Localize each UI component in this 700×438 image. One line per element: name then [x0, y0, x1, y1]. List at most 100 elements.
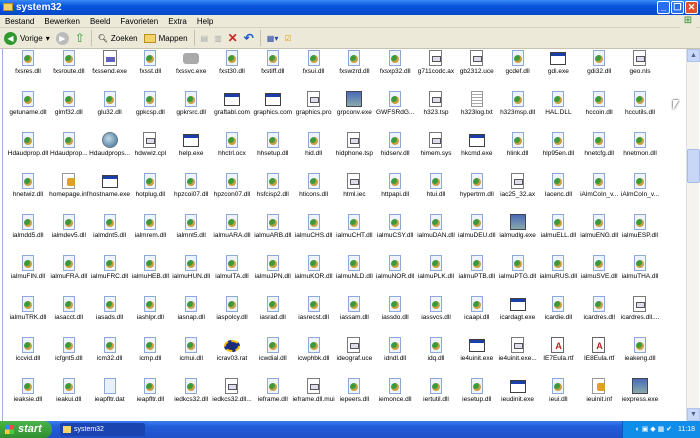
file-item[interactable]: ieaksie.dll [7, 377, 49, 415]
scroll-thumb[interactable] [687, 149, 700, 183]
minimize-button[interactable]: _ [657, 1, 670, 14]
menu-favorieten[interactable]: Favorieten [120, 15, 158, 27]
file-item[interactable]: hnetmon.dll [619, 131, 661, 169]
file-item[interactable]: ialmdev5.dll [48, 213, 90, 251]
file-item[interactable]: ialmuJPN.dll [252, 254, 294, 292]
back-button[interactable]: ◀ Vorige ▾ [4, 31, 50, 45]
file-item[interactable]: hpzcoi07.dll [170, 172, 212, 210]
tray-icons[interactable]: ◐ ▣ ◆ ▦ ✔ [636, 426, 672, 433]
file-item[interactable]: ialmuENG.dll [578, 213, 620, 251]
file-item[interactable]: iedkcs32.dll... [211, 377, 253, 415]
file-item[interactable]: ialmudlg.exe [497, 213, 539, 251]
file-item[interactable]: icardagt.exe [497, 295, 539, 333]
file-item[interactable]: fxsxp32.dll [374, 49, 416, 87]
file-item[interactable]: hotplug.dll [129, 172, 171, 210]
menu-bewerken[interactable]: Bewerken [44, 15, 80, 27]
file-item[interactable]: iasnap.dll [170, 295, 212, 333]
file-item[interactable]: icwdial.dll [252, 336, 294, 374]
taskbar-item-system32[interactable]: system32 [60, 423, 145, 436]
file-item[interactable]: html.iec [333, 172, 375, 210]
file-item[interactable]: ialmuARA.dll [211, 213, 253, 251]
file-item[interactable]: iAlmCoIn_v... [619, 172, 661, 210]
scroll-down-button[interactable]: ▼ [687, 408, 700, 421]
file-item[interactable]: hpzcon07.dll [211, 172, 253, 210]
start-button[interactable]: start [0, 421, 52, 438]
file-item[interactable]: ieuinit.inf [578, 377, 620, 415]
file-item[interactable]: ialmuCHS.dll [293, 213, 335, 251]
file-item[interactable]: g711codc.ax [415, 49, 457, 87]
file-item[interactable]: iertutil.dll [415, 377, 457, 415]
file-item[interactable]: ialmuPTG.dll [497, 254, 539, 292]
scroll-up-button[interactable]: ▲ [687, 49, 700, 62]
file-item[interactable]: icaapi.dll [456, 295, 498, 333]
file-item[interactable]: fxst30.dll [211, 49, 253, 87]
file-item[interactable]: IE7Eula.rtf [537, 336, 579, 374]
file-item[interactable]: iAlmCoIn_v... [578, 172, 620, 210]
file-item[interactable]: Hdaudprop.dll [7, 131, 49, 169]
file-item[interactable]: fxsst.dll [129, 49, 171, 87]
file-item[interactable]: ialmuELL.dll [537, 213, 579, 251]
delete-icon[interactable]: ✕ [228, 31, 238, 45]
file-item[interactable]: iasrecst.dll [293, 295, 335, 333]
file-item[interactable]: hticons.dll [293, 172, 335, 210]
file-item[interactable]: icmp.dll [129, 336, 171, 374]
file-item[interactable]: ieudinit.exe [497, 377, 539, 415]
file-item[interactable]: graphics.com [252, 90, 294, 128]
file-item[interactable]: ialmuNOR.dll [374, 254, 416, 292]
file-item[interactable]: ialmuHEB.dll [129, 254, 171, 292]
file-item[interactable]: ialmuPLK.dll [415, 254, 457, 292]
up-folder-icon[interactable]: ⇧ [75, 31, 85, 45]
file-item[interactable]: icardres.dll.... [619, 295, 661, 333]
restore-button[interactable]: ❐ [671, 1, 684, 14]
file-item[interactable]: iemonce.dll [374, 377, 416, 415]
file-item[interactable]: ie4uinit.exe... [497, 336, 539, 374]
file-item[interactable]: idndl.dll [374, 336, 416, 374]
file-item[interactable]: ialmuDAN.dll [415, 213, 457, 251]
file-item[interactable]: getuname.dll [7, 90, 49, 128]
file-item[interactable]: gb2312.uce [456, 49, 498, 87]
file-item[interactable]: ieapfltr.dat [89, 377, 131, 415]
file-item[interactable]: httpapi.dll [374, 172, 416, 210]
menu-help[interactable]: Help [197, 15, 213, 27]
search-button[interactable]: 🔍︎ Zoeken [98, 34, 138, 43]
file-item[interactable]: HAL.DLL [537, 90, 579, 128]
folder-options-icon[interactable]: ☑ [284, 34, 291, 43]
file-item[interactable]: iassam.dll [333, 295, 375, 333]
file-item[interactable]: ieakeng.dll [619, 336, 661, 374]
file-item[interactable]: ialmuFIN.dll [7, 254, 49, 292]
file-item[interactable]: hlink.dll [497, 131, 539, 169]
file-item[interactable]: gpkcsp.dll [129, 90, 171, 128]
file-item[interactable]: grpconv.exe [333, 90, 375, 128]
views-icon[interactable]: ▦▾ [267, 34, 279, 43]
file-item[interactable]: iasads.dll [89, 295, 131, 333]
file-item[interactable]: ialmuSVE.dll [578, 254, 620, 292]
file-item[interactable]: IE8Eula.rtf [578, 336, 620, 374]
file-item[interactable]: geo.nls [619, 49, 661, 87]
file-item[interactable]: Iacenc.dll [537, 172, 579, 210]
file-item[interactable]: hhsetup.dll [252, 131, 294, 169]
file-item[interactable]: hhctrl.ocx [211, 131, 253, 169]
undo-icon[interactable]: ↶ [244, 31, 254, 45]
file-item[interactable]: ialmuDEU.dll [456, 213, 498, 251]
file-item[interactable]: fxsres.dll [7, 49, 49, 87]
file-item[interactable]: hnetcfg.dll [578, 131, 620, 169]
file-item[interactable]: hnetwiz.dll [7, 172, 49, 210]
file-item[interactable]: ideograf.uce [333, 336, 375, 374]
file-item[interactable]: gcdef.dll [497, 49, 539, 87]
file-item[interactable]: graftabl.com [211, 90, 253, 128]
file-item[interactable]: hlp95en.dll [537, 131, 579, 169]
file-item[interactable]: ieframe.dll [252, 377, 294, 415]
file-item[interactable]: gdi32.dll [578, 49, 620, 87]
file-item[interactable]: Hdaudprop... [48, 131, 90, 169]
file-item[interactable]: iaspolcy.dll [211, 295, 253, 333]
file-item[interactable]: glu32.dll [89, 90, 131, 128]
file-item[interactable]: icardie.dll [537, 295, 579, 333]
file-item[interactable]: ialmrem.dll [129, 213, 171, 251]
file-item[interactable]: ialmuTRK.dll [7, 295, 49, 333]
folders-button[interactable]: Mappen [143, 33, 188, 43]
chevron-down-icon[interactable]: ▾ [46, 34, 50, 43]
close-button[interactable]: ✕ [685, 1, 698, 14]
file-item[interactable]: GWFSRdG... [374, 90, 416, 128]
file-item[interactable]: ialmuESP.dll [619, 213, 661, 251]
file-item[interactable]: icfgnt5.dll [48, 336, 90, 374]
